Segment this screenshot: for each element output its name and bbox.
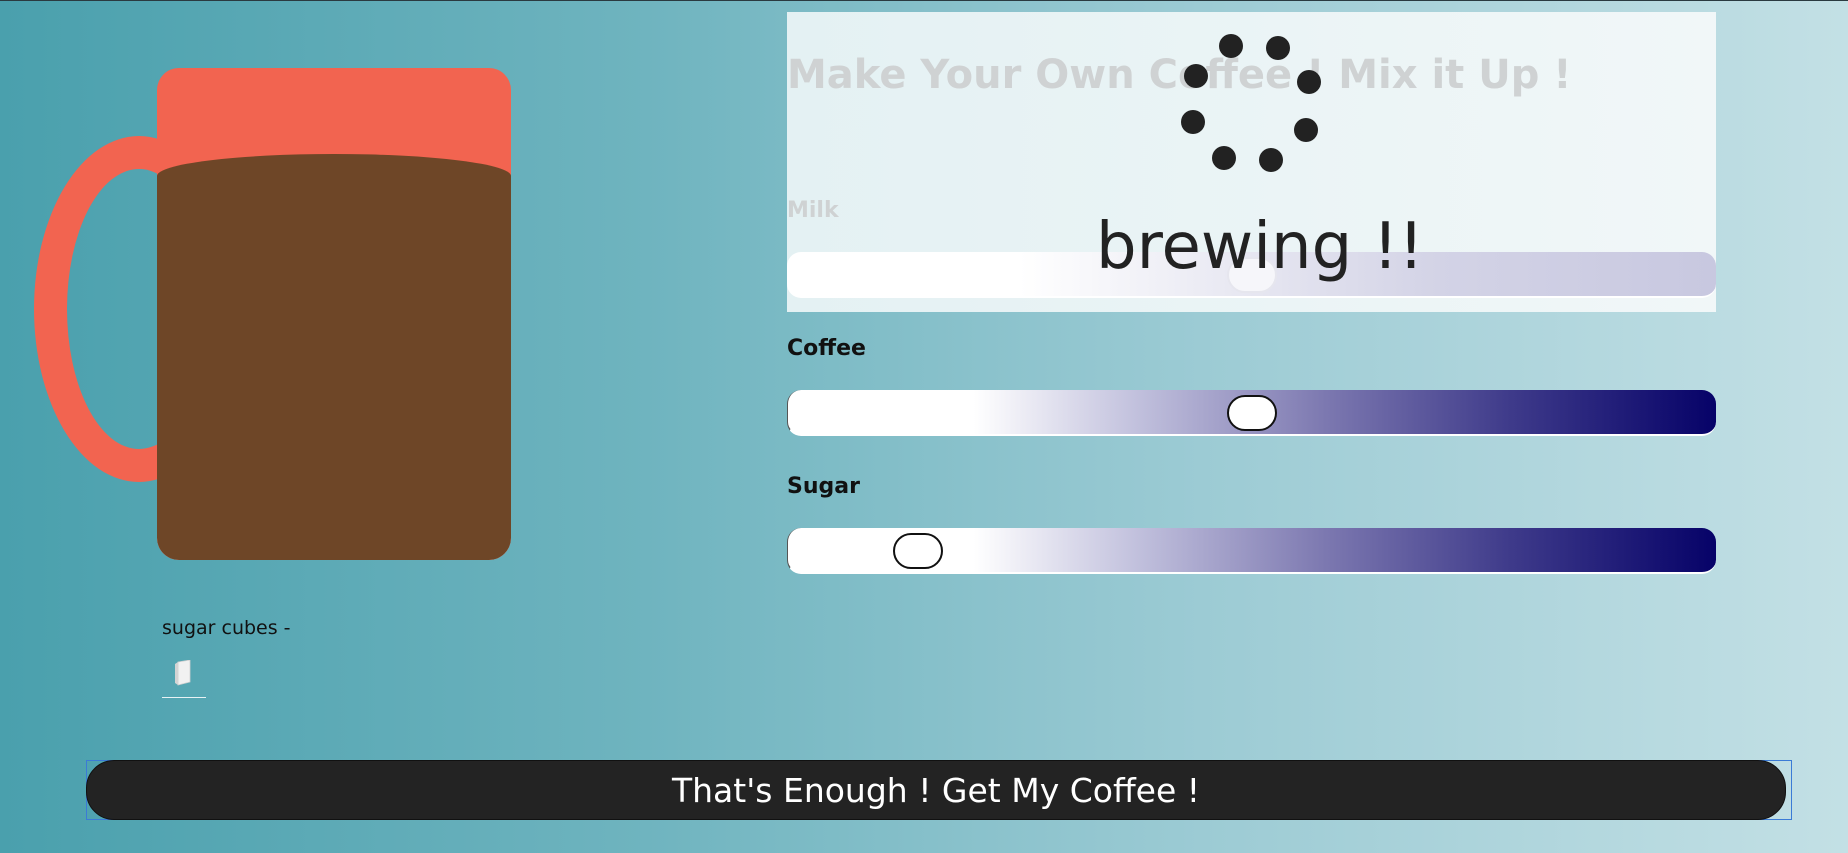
- spinner-dot: [1181, 110, 1205, 134]
- coffee-slider-thumb[interactable]: [1227, 395, 1277, 431]
- spinner-dot: [1212, 146, 1236, 170]
- coffee-label: Coffee: [787, 336, 866, 361]
- spinner-dot: [1259, 148, 1283, 172]
- spinner-dot: [1294, 118, 1318, 142]
- spinner-dot: [1266, 36, 1290, 60]
- sugar-cubes-label: sugar cubes -: [162, 617, 291, 639]
- mug-body: [157, 68, 511, 560]
- get-coffee-button[interactable]: That's Enough ! Get My Coffee !: [86, 760, 1786, 820]
- spinner-dot: [1219, 34, 1243, 58]
- sugar-label: Sugar: [787, 474, 860, 499]
- spinner-dot: [1297, 70, 1321, 94]
- mug-coffee-fill: [157, 154, 511, 560]
- sugar-slider-thumb[interactable]: [893, 533, 943, 569]
- coffee-mug: [34, 68, 514, 560]
- sugar-slider[interactable]: [787, 528, 1716, 574]
- top-border: [0, 0, 1848, 1]
- milk-label: Milk: [787, 198, 839, 223]
- sugar-cubes-list: [162, 656, 206, 698]
- loading-spinner-icon: [1176, 30, 1326, 180]
- sugar-cube-icon: [175, 660, 191, 686]
- spinner-dot: [1184, 64, 1208, 88]
- brewing-status: brewing !!: [1096, 210, 1424, 284]
- coffee-slider[interactable]: [787, 390, 1716, 436]
